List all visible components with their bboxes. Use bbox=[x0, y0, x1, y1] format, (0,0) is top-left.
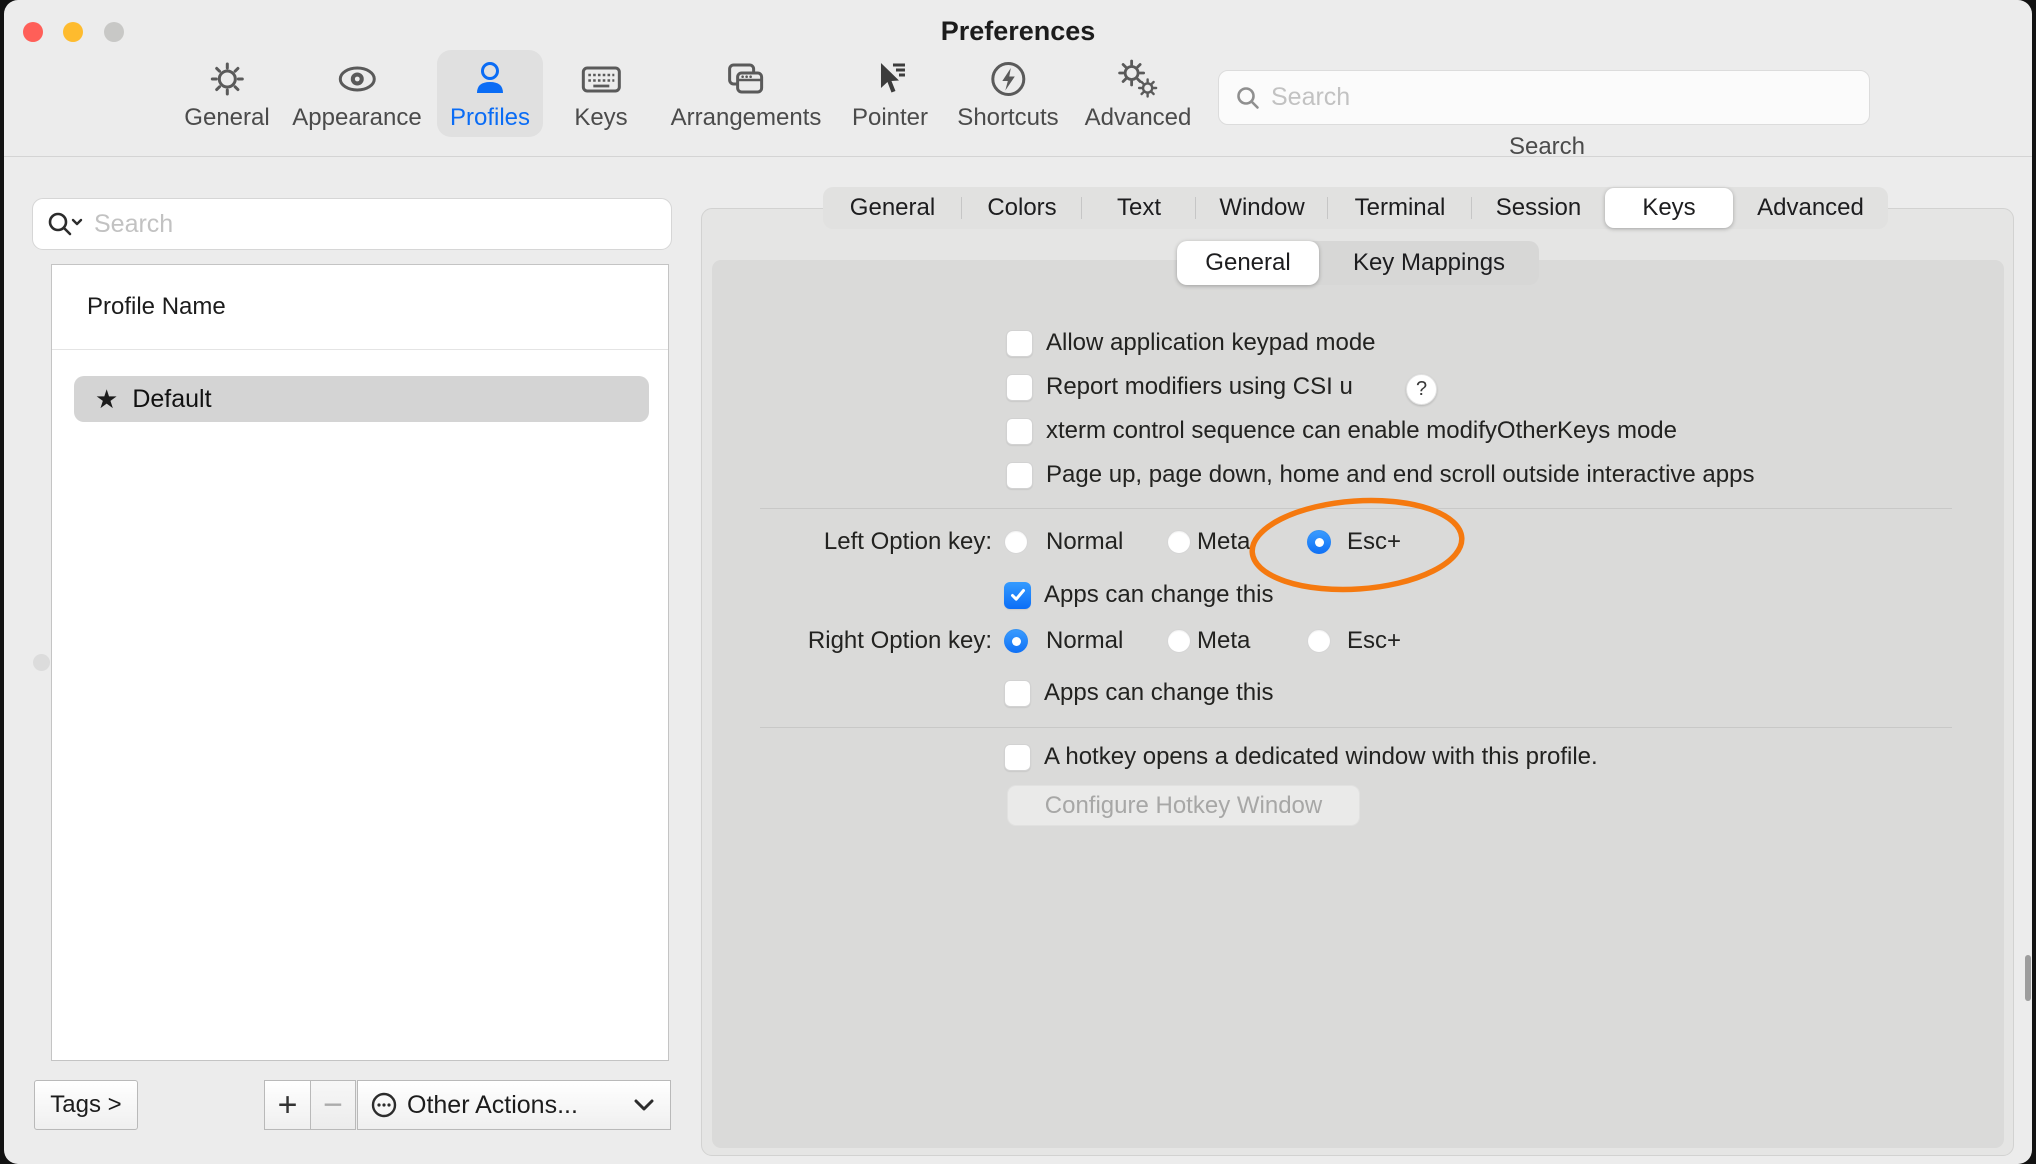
tab-colors[interactable]: Colors bbox=[962, 187, 1082, 229]
profile-search-input[interactable]: Search bbox=[32, 198, 672, 250]
radio-left-esc[interactable] bbox=[1307, 530, 1331, 554]
keys-general-content bbox=[712, 260, 2004, 1148]
checkmark-icon bbox=[1009, 586, 1027, 604]
keyboard-icon bbox=[578, 56, 624, 102]
configure-hotkey-window-button[interactable]: Configure Hotkey Window bbox=[1007, 785, 1360, 826]
gears-icon bbox=[1115, 56, 1161, 102]
checkbox-page-scroll[interactable] bbox=[1006, 462, 1033, 489]
radio-right-esc[interactable] bbox=[1307, 629, 1331, 653]
tab-terminal[interactable]: Terminal bbox=[1328, 187, 1472, 229]
chevron-down-icon bbox=[634, 1099, 654, 1112]
toolbar-label: Advanced bbox=[1085, 104, 1192, 132]
toolbar-label: Shortcuts bbox=[957, 104, 1058, 132]
left-option-key-label: Left Option key: bbox=[712, 528, 992, 556]
profile-list: Profile Name ★ Default bbox=[51, 264, 669, 1061]
toolbar-item-shortcuts[interactable]: Shortcuts bbox=[944, 50, 1071, 137]
other-actions-dropdown[interactable]: Other Actions... bbox=[357, 1080, 671, 1130]
checkbox-modifyotherkeys[interactable] bbox=[1006, 418, 1033, 445]
right-option-key-row: Right Option key: Normal Meta Esc+ bbox=[712, 620, 1612, 662]
toolbar-label: General bbox=[184, 104, 269, 132]
toolbar-item-appearance[interactable]: Appearance bbox=[279, 50, 434, 137]
toolbar-search-input[interactable]: Search bbox=[1218, 70, 1870, 125]
tab-general[interactable]: General bbox=[823, 187, 962, 229]
remove-profile-button[interactable]: − bbox=[310, 1080, 356, 1130]
radio-right-normal[interactable] bbox=[1004, 629, 1028, 653]
search-placeholder: Search bbox=[94, 210, 173, 239]
toolbar-label: Pointer bbox=[852, 104, 928, 132]
checkbox-apps-change-right[interactable] bbox=[1004, 680, 1031, 707]
hotkey-row[interactable]: A hotkey opens a dedicated window with t… bbox=[1004, 736, 1598, 778]
apps-can-change-right-row[interactable]: Apps can change this bbox=[1004, 672, 1274, 714]
windows-icon bbox=[723, 56, 769, 102]
toolbar-item-profiles[interactable]: Profiles bbox=[437, 50, 543, 137]
other-actions-label: Other Actions... bbox=[407, 1091, 578, 1120]
checkbox-csi-u[interactable] bbox=[1006, 374, 1033, 401]
toolbar-item-pointer[interactable]: Pointer bbox=[839, 50, 941, 137]
tab-text[interactable]: Text bbox=[1082, 187, 1196, 229]
toolbar-item-keys[interactable]: Keys bbox=[561, 50, 640, 137]
tags-button-label: Tags > bbox=[50, 1091, 121, 1119]
keys-subtabs: General Key Mappings bbox=[1177, 241, 1539, 285]
plus-icon: + bbox=[278, 1086, 298, 1125]
lightning-icon bbox=[985, 56, 1031, 102]
add-profile-button[interactable]: + bbox=[264, 1080, 311, 1130]
eye-icon bbox=[334, 56, 380, 102]
gear-icon bbox=[204, 56, 250, 102]
radio-left-meta[interactable] bbox=[1167, 530, 1191, 554]
tab-keys[interactable]: Keys bbox=[1605, 188, 1733, 228]
search-icon bbox=[1235, 85, 1261, 111]
section-divider bbox=[760, 508, 1952, 509]
question-mark-icon: ? bbox=[1416, 378, 1427, 401]
toolbar-label: Appearance bbox=[292, 104, 421, 132]
left-option-key-row: Left Option key: Normal Meta Esc+ bbox=[712, 521, 1612, 563]
preferences-window: Preferences General Appearance Profiles … bbox=[4, 0, 2032, 1164]
minus-icon: − bbox=[323, 1086, 343, 1125]
toolbar-label: Arrangements bbox=[671, 104, 822, 132]
profile-tabs: General Colors Text Window Terminal Sess… bbox=[823, 187, 1888, 229]
toolbar-divider bbox=[4, 156, 2032, 157]
ellipsis-circle-icon bbox=[370, 1091, 398, 1119]
radio-right-meta[interactable] bbox=[1167, 629, 1191, 653]
list-header-divider bbox=[52, 349, 668, 350]
tab-session[interactable]: Session bbox=[1472, 187, 1605, 229]
toolbar-item-advanced[interactable]: Advanced bbox=[1072, 50, 1205, 137]
section-divider bbox=[760, 727, 1952, 728]
tab-advanced[interactable]: Advanced bbox=[1733, 187, 1888, 229]
toolbar-label: Profiles bbox=[450, 104, 530, 132]
checkbox-hotkey-window[interactable] bbox=[1004, 744, 1031, 771]
scrollbar-thumb[interactable] bbox=[2025, 955, 2031, 1001]
tab-window[interactable]: Window bbox=[1196, 187, 1328, 229]
toolbar-item-general[interactable]: General bbox=[171, 50, 282, 137]
checkbox-row-page-scroll[interactable]: Page up, page down, home and end scroll … bbox=[1006, 454, 1754, 496]
search-placeholder: Search bbox=[1271, 83, 1350, 112]
right-option-key-label: Right Option key: bbox=[712, 627, 992, 655]
help-button[interactable]: ? bbox=[1406, 374, 1437, 405]
toolbar-label: Keys bbox=[574, 104, 627, 132]
checkbox-allow-keypad[interactable] bbox=[1006, 330, 1033, 357]
window-title: Preferences bbox=[4, 16, 2032, 47]
profile-list-header: Profile Name bbox=[87, 293, 226, 321]
profile-name: Default bbox=[132, 385, 211, 414]
toolbar-item-arrangements[interactable]: Arrangements bbox=[658, 50, 835, 137]
person-icon bbox=[467, 56, 513, 102]
checkbox-row-modifyotherkeys[interactable]: xterm control sequence can enable modify… bbox=[1006, 410, 1677, 452]
tags-button[interactable]: Tags > bbox=[34, 1080, 138, 1130]
checkbox-row-csi-u[interactable]: Report modifiers using CSI u bbox=[1006, 366, 1353, 408]
add-remove-group: + − bbox=[264, 1080, 356, 1130]
subtab-key-mappings[interactable]: Key Mappings bbox=[1319, 241, 1539, 285]
cursor-icon bbox=[867, 56, 913, 102]
radio-left-normal[interactable] bbox=[1004, 530, 1028, 554]
subtab-general[interactable]: General bbox=[1177, 241, 1319, 285]
profile-row-default[interactable]: ★ Default bbox=[74, 376, 649, 422]
checkbox-apps-change-left[interactable] bbox=[1004, 582, 1031, 609]
checkbox-row-keypad[interactable]: Allow application keypad mode bbox=[1006, 322, 1376, 364]
apps-can-change-left-row[interactable]: Apps can change this bbox=[1004, 574, 1274, 616]
search-menu-icon bbox=[46, 210, 86, 238]
star-icon: ★ bbox=[95, 384, 118, 415]
splitter-handle[interactable] bbox=[33, 654, 50, 671]
